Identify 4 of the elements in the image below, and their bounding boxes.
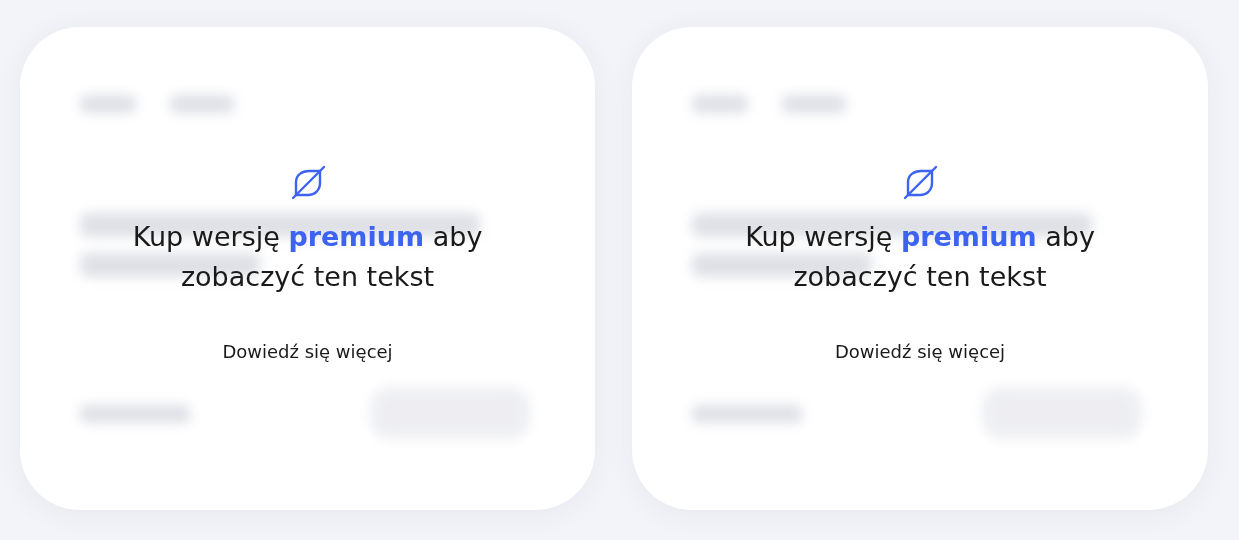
learn-more-link[interactable]: Dowiedź się więcej	[222, 341, 393, 362]
premium-message: Kup wersję premium aby zobaczyć ten tekst	[131, 220, 484, 294]
premium-message: Kup wersję premium aby zobaczyć ten tekst	[744, 220, 1096, 294]
learn-more-link[interactable]: Dowiedź się więcej	[834, 341, 1006, 362]
